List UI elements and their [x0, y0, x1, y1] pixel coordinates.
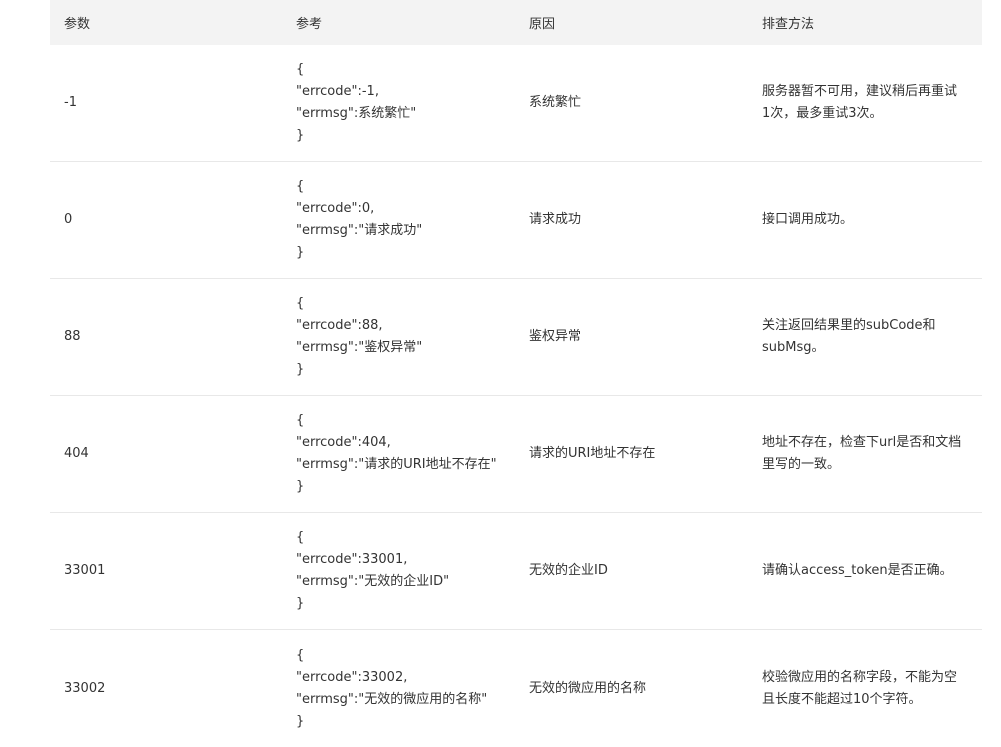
- reference-line: "errcode":404,: [296, 435, 391, 450]
- reference-line: "errmsg":"无效的微应用的名称": [296, 691, 488, 707]
- troubleshooting-cell: 请确认access_token是否正确。: [762, 563, 953, 578]
- header-reason: 原因: [529, 17, 556, 32]
- reference-line: "errmsg":"请求成功": [296, 223, 423, 238]
- param-cell: 33002: [64, 680, 106, 696]
- reference-line: }: [296, 596, 305, 611]
- reference-line: {: [296, 530, 305, 545]
- reference-line: {: [296, 296, 305, 311]
- reference-cell: { "errcode":33001, "errmsg":"无效的企业ID" }: [283, 527, 516, 615]
- reference-cell: { "errcode":33002, "errmsg":"无效的微应用的名称" …: [283, 645, 516, 733]
- reference-line: {: [296, 62, 305, 77]
- param-cell: 0: [64, 212, 73, 227]
- reference-line: "errmsg":"鉴权异常": [296, 340, 423, 355]
- table-row: 88 { "errcode":88, "errmsg":"鉴权异常" } 鉴权异…: [50, 279, 982, 396]
- reference-line: {: [296, 413, 305, 428]
- header-param: 参数: [64, 17, 91, 32]
- reason-cell: 请求成功: [529, 212, 582, 227]
- table-row: 0 { "errcode":0, "errmsg":"请求成功" } 请求成功 …: [50, 162, 982, 279]
- reference-line: }: [296, 245, 305, 260]
- reference-line: }: [296, 479, 305, 494]
- reference-line: "errcode":33001,: [296, 552, 408, 567]
- reason-cell: 系统繁忙: [529, 95, 582, 110]
- troubleshooting-cell: 校验微应用的名称字段，不能为空且长度不能超过10个字符。: [762, 669, 958, 707]
- header-troubleshooting: 排查方法: [762, 17, 815, 32]
- table-row: 33001 { "errcode":33001, "errmsg":"无效的企业…: [50, 513, 982, 630]
- param-cell: -1: [64, 95, 77, 110]
- reference-cell: { "errcode":-1, "errmsg":系统繁忙" }: [283, 59, 516, 147]
- reference-line: "errcode":0,: [296, 201, 375, 216]
- reference-cell: { "errcode":88, "errmsg":"鉴权异常" }: [283, 293, 516, 381]
- param-cell: 33001: [64, 563, 106, 578]
- table-row: 404 { "errcode":404, "errmsg":"请求的URI地址不…: [50, 396, 982, 513]
- reference-line: "errmsg":系统繁忙": [296, 106, 417, 121]
- reason-cell: 无效的企业ID: [529, 563, 608, 578]
- table-header: 参数 参考 原因 排查方法: [50, 0, 982, 45]
- table-row: -1 { "errcode":-1, "errmsg":系统繁忙" } 系统繁忙…: [50, 45, 982, 162]
- reason-cell: 无效的微应用的名称: [529, 680, 647, 696]
- reason-cell: 鉴权异常: [529, 329, 582, 344]
- reference-line: "errmsg":"请求的URI地址不存在": [296, 457, 497, 472]
- reference-line: "errcode":33002,: [296, 669, 408, 685]
- table-row: 33002 { "errcode":33002, "errmsg":"无效的微应…: [50, 630, 982, 747]
- troubleshooting-cell: 接口调用成功。: [762, 212, 854, 227]
- reference-line: {: [296, 179, 305, 194]
- reference-line: }: [296, 128, 305, 143]
- param-cell: 404: [64, 446, 89, 461]
- reference-line: {: [296, 647, 305, 663]
- error-code-table: 参数 参考 原因 排查方法 -1 { "errcode":-1, "errmsg…: [50, 0, 982, 747]
- reference-line: }: [296, 362, 305, 377]
- reference-line: "errmsg":"无效的企业ID": [296, 574, 450, 589]
- troubleshooting-cell: 地址不存在，检查下url是否和文档里写的一致。: [762, 435, 962, 472]
- troubleshooting-cell: 关注返回结果里的subCode和subMsg。: [762, 318, 936, 355]
- reference-line: "errcode":88,: [296, 318, 383, 333]
- reason-cell: 请求的URI地址不存在: [529, 446, 656, 461]
- reference-cell: { "errcode":0, "errmsg":"请求成功" }: [283, 176, 516, 264]
- param-cell: 88: [64, 329, 81, 344]
- reference-cell: { "errcode":404, "errmsg":"请求的URI地址不存在" …: [283, 410, 516, 498]
- reference-line: "errcode":-1,: [296, 84, 379, 99]
- header-reference: 参考: [296, 17, 323, 32]
- reference-line: }: [296, 713, 305, 729]
- troubleshooting-cell: 服务器暂不可用，建议稍后再重试1次，最多重试3次。: [762, 84, 958, 121]
